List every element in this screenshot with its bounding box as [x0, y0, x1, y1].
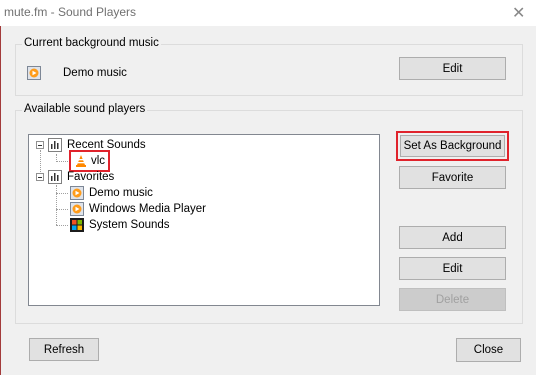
tree-item-windows-media-player[interactable]: Windows Media Player: [70, 202, 206, 216]
available-players-group-label: Available sound players: [22, 103, 148, 115]
tree-line: [56, 161, 68, 162]
media-player-icon: [70, 202, 84, 216]
tree-line: [56, 225, 68, 226]
delete-button[interactable]: Delete: [399, 288, 506, 311]
title-bar: mute.fm - Sound Players ✕: [0, 0, 536, 26]
system-sounds-label: System Sounds: [89, 219, 170, 231]
tree-item-vlc[interactable]: vlc: [69, 150, 111, 172]
collapse-icon[interactable]: [36, 173, 44, 181]
current-music-name: Demo music: [63, 67, 127, 79]
media-player-icon: [27, 66, 41, 80]
tree-item-system-sounds[interactable]: System Sounds: [70, 218, 170, 232]
window-title: mute.fm - Sound Players: [4, 5, 137, 19]
current-music-group-label: Current background music: [22, 37, 161, 49]
media-player-icon: [70, 186, 84, 200]
collapse-icon[interactable]: [36, 141, 44, 149]
favorite-button[interactable]: Favorite: [399, 166, 506, 189]
add-button[interactable]: Add: [399, 226, 506, 249]
vlc-label: vlc: [91, 155, 106, 167]
close-button[interactable]: Close: [456, 338, 521, 362]
tree-line: [56, 185, 57, 225]
edit-player-button[interactable]: Edit: [399, 257, 506, 280]
close-window-icon[interactable]: ✕: [512, 3, 525, 23]
vlc-cone-icon: [76, 155, 86, 167]
edit-current-button[interactable]: Edit: [399, 57, 506, 80]
tree-line: [56, 193, 68, 194]
tree-node-favorites[interactable]: Favorites: [36, 170, 114, 184]
sound-players-tree[interactable]: Recent Sounds vlc Favorites Demo music W…: [28, 134, 380, 306]
windows-logo-icon: [70, 218, 84, 232]
equalizer-icon: [48, 138, 62, 152]
set-as-background-button[interactable]: Set As Background: [400, 135, 505, 157]
demo-music-label: Demo music: [89, 187, 153, 199]
window-border: [0, 0, 1, 375]
tree-line: [56, 209, 68, 210]
equalizer-icon: [48, 170, 62, 184]
refresh-button[interactable]: Refresh: [29, 338, 99, 361]
windows-media-player-label: Windows Media Player: [89, 203, 206, 215]
tree-item-demo-music[interactable]: Demo music: [70, 186, 153, 200]
favorites-label: Favorites: [67, 171, 115, 183]
